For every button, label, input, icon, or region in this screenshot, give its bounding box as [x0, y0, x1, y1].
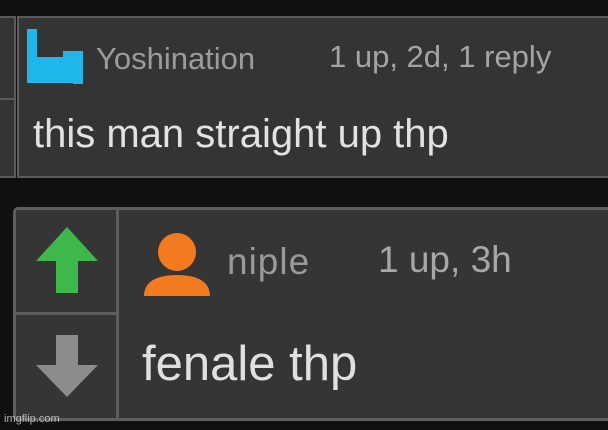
comment-2-username[interactable]: niple	[227, 241, 310, 283]
comment-1-vote-column	[0, 16, 16, 178]
downvote-arrow-icon[interactable]	[34, 333, 100, 399]
comment-1-meta: 1 up, 2d, 1 reply	[329, 39, 552, 74]
comment-thread: Yoshination 1 up, 2d, 1 reply this man s…	[0, 0, 608, 430]
comment-2-text: fenale thp	[142, 337, 358, 391]
comment-2-meta: 1 up, 3h	[378, 239, 512, 280]
imgflip-watermark: imgflip.com	[4, 413, 60, 425]
user-silhouette-icon[interactable]	[142, 232, 212, 298]
upvote-arrow-icon[interactable]	[34, 225, 100, 295]
comment-1-username[interactable]: Yoshination	[96, 41, 255, 77]
vote-divider	[16, 312, 119, 315]
blue-bracket-avatar-icon[interactable]	[24, 27, 86, 87]
comment-1-text: this man straight up thp	[33, 112, 449, 156]
vote-divider	[0, 98, 14, 100]
